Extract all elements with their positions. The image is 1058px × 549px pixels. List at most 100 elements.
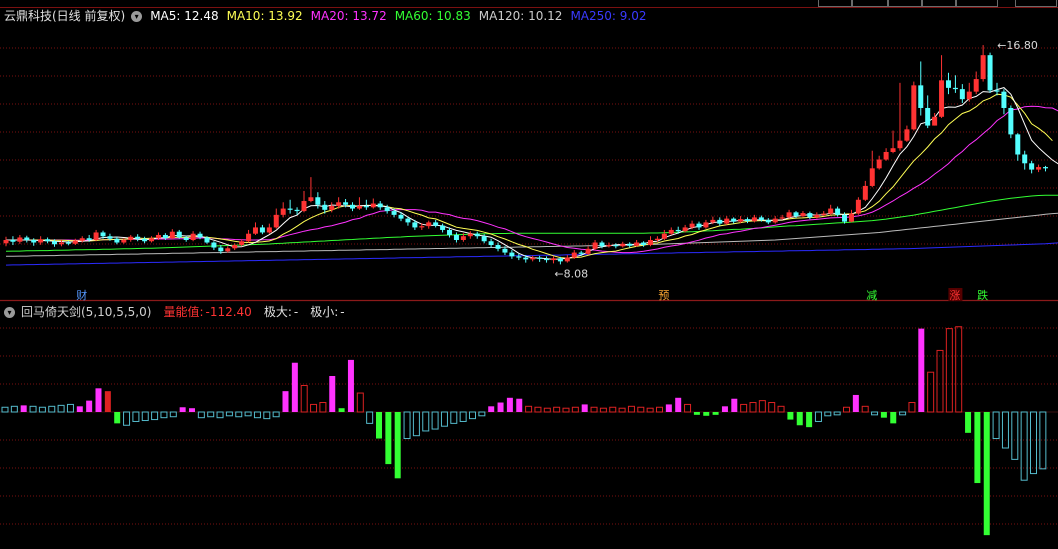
indicator-bar (609, 406, 617, 413)
indicator-bar (861, 405, 869, 413)
indicator-bar (225, 411, 233, 417)
indicator-bar (1, 406, 9, 413)
candle-body (724, 218, 730, 224)
indicator-bar (66, 403, 74, 413)
candle-body (405, 218, 411, 223)
candle-body (786, 212, 792, 218)
indicator-bar (843, 406, 850, 413)
indicator-bar (749, 402, 757, 413)
ma120-line (6, 212, 1058, 257)
indicator-bar (282, 391, 289, 412)
candle-body (474, 233, 480, 237)
low-price-annotation: ←8.08 (554, 267, 588, 280)
candle-body (599, 242, 605, 247)
indicator-bar (516, 398, 523, 412)
candle-body (10, 239, 16, 242)
candle-body (377, 203, 383, 208)
candle-body (100, 232, 106, 237)
indicator-bar (525, 405, 533, 413)
indicator-bar (806, 412, 813, 428)
indicator-bar (665, 404, 672, 412)
candle-body (835, 208, 841, 215)
indicator-bar (310, 403, 318, 413)
candle-body (384, 207, 390, 212)
candle-body (918, 85, 924, 108)
candle-body (530, 257, 536, 260)
indicator-bar (703, 412, 710, 416)
indicator-bar (777, 405, 785, 413)
indicator-bar (459, 411, 467, 422)
indicator-bar (965, 412, 972, 433)
candle-body (447, 229, 453, 235)
indicator-bar (329, 376, 336, 412)
indicator-bar (571, 406, 579, 413)
indicator-bar (562, 407, 570, 413)
candle-body (731, 218, 737, 222)
indicator-bar (814, 411, 822, 422)
indicator-bar (627, 405, 635, 413)
candle-body (738, 219, 744, 222)
candle-body (24, 237, 30, 240)
indicator-bar (114, 412, 121, 424)
candle-body (765, 219, 771, 223)
indicator-bar (871, 411, 879, 416)
indicator-bar (675, 397, 682, 412)
indicator-bar (955, 326, 963, 413)
candle-body (848, 213, 854, 222)
indicator-bar (366, 411, 374, 424)
candle-body (828, 208, 834, 214)
candle-body (516, 256, 522, 258)
indicator-bar (356, 392, 364, 413)
indicator-bar (637, 406, 645, 413)
candle-body (758, 217, 764, 220)
candle-body (800, 213, 806, 217)
candle-body (467, 233, 473, 237)
indicator-bar (880, 412, 887, 418)
indicator-bar (1020, 411, 1028, 481)
candle-body (121, 239, 127, 243)
candle-body (440, 225, 446, 230)
candle-body (45, 239, 51, 242)
candle-body (966, 91, 972, 100)
indicator-bar (534, 406, 542, 413)
candle-body (259, 227, 265, 233)
indicator-bar (553, 406, 561, 413)
candle-body (772, 218, 778, 223)
candle-body (779, 217, 785, 219)
candle-body (952, 87, 958, 90)
candle-body (239, 241, 245, 246)
indicator-bar (758, 400, 766, 413)
candle-body (855, 199, 861, 214)
candle-body (329, 206, 335, 210)
candle-body (987, 55, 993, 91)
indicator-bar (890, 412, 897, 424)
candle-body (391, 211, 397, 215)
indicator-bar (263, 411, 271, 420)
candle-body (557, 258, 563, 262)
indicator-bar (160, 411, 168, 419)
indicator-bar (253, 411, 261, 419)
candle-body (564, 257, 570, 262)
indicator-bar (1011, 411, 1019, 460)
candle-body (717, 219, 723, 224)
indicator-bar (787, 412, 794, 420)
candle-body (17, 237, 23, 242)
candle-body (904, 129, 910, 141)
indicator-bar (824, 411, 832, 417)
indicator-bar (833, 411, 841, 416)
candle-body (980, 55, 986, 80)
candle-body (287, 208, 293, 210)
indicator-bar (76, 406, 83, 412)
candle-body (578, 252, 584, 254)
candle-body (433, 222, 439, 226)
candle-body (689, 223, 695, 228)
candle-body (52, 241, 58, 245)
candle-body (419, 226, 425, 228)
candle-body (654, 238, 660, 240)
candle-body (232, 245, 238, 249)
indicator-bar (740, 403, 748, 413)
indicator-bar (599, 407, 607, 413)
candle-body (65, 242, 71, 244)
candle-body (204, 237, 210, 243)
indicator-bar (422, 411, 430, 432)
